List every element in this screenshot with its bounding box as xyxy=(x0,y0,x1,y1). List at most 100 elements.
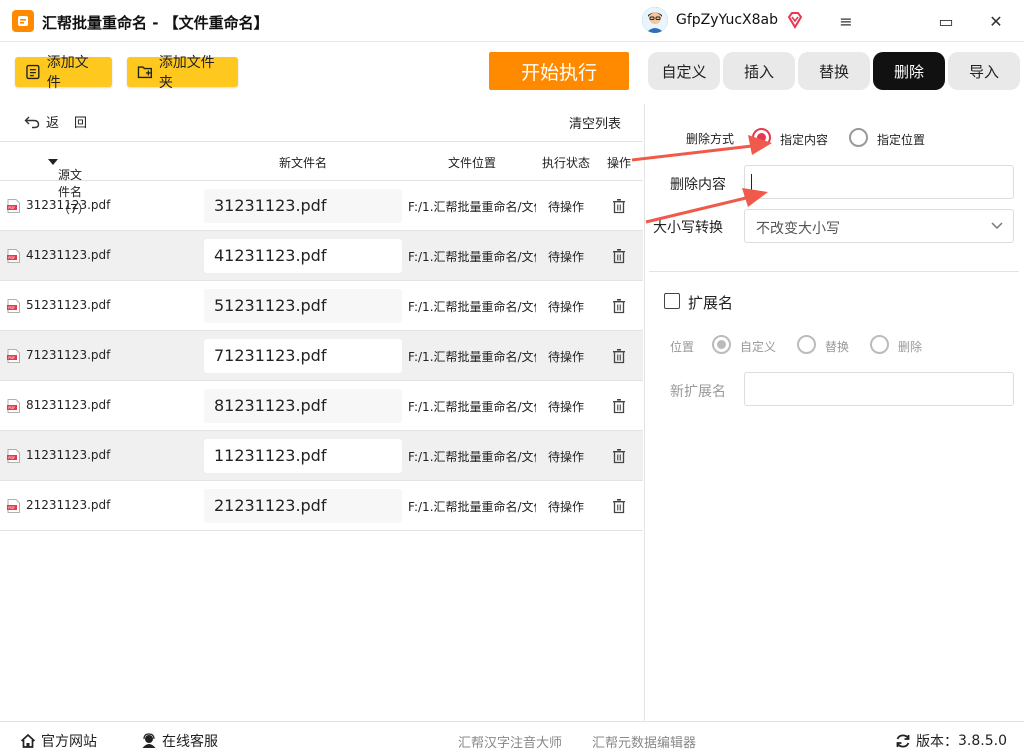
title-bar: 汇帮批量重命名 - 【文件重命名】 GfpZyYucX8ab ≡ ▭ ✕ xyxy=(0,0,1024,42)
extension-checkbox[interactable] xyxy=(664,293,680,309)
user-account[interactable]: GfpZyYucX8ab xyxy=(642,7,804,33)
home-icon xyxy=(20,733,36,748)
table-row[interactable]: PDF 51231123.pdf 51231123.pdf F:/1.汇帮批量重命名/… xyxy=(0,281,643,331)
execution-status: 待操作 xyxy=(548,450,585,464)
table-row[interactable]: PDF 11231123.pdf 11231123.pdf F:/1.汇帮批量重命名/… xyxy=(0,431,643,481)
pdf-file-icon: PDF xyxy=(7,449,20,463)
table-header: 源文件名（7） 新文件名 文件位置 执行状态 操作 xyxy=(0,141,643,216)
back-label: 返 xyxy=(46,116,60,131)
pdf-file-icon: PDF xyxy=(7,349,20,363)
online-support-link[interactable]: 在线客服 xyxy=(141,731,218,751)
header-newname: 新文件名 xyxy=(279,156,328,170)
table-row[interactable]: PDF 81231123.pdf 81231123.pdf F:/1.汇帮批量重命名/… xyxy=(0,381,643,431)
text-caret xyxy=(751,174,752,191)
radio-ext-delete[interactable] xyxy=(870,335,889,354)
file-location: F:/1.汇帮批量重命名/文件 xyxy=(408,250,536,264)
table-row[interactable]: PDF 71231123.pdf 71231123.pdf F:/1.汇帮批量重命名/… xyxy=(0,331,643,381)
version-number: 3.8.5.0 xyxy=(958,733,1007,749)
back-button[interactable]: 返 回 xyxy=(24,112,87,131)
header-status: 执行状态 xyxy=(542,156,591,170)
file-location: F:/1.汇帮批量重命名/文件 xyxy=(408,450,536,464)
table-row[interactable]: PDF 21231123.pdf 21231123.pdf F:/1.汇帮批量重命名/… xyxy=(0,481,643,531)
delete-row-icon[interactable] xyxy=(612,348,626,364)
source-filename: 11231123.pdf xyxy=(26,448,111,462)
file-location: F:/1.汇帮批量重命名/文件 xyxy=(408,500,536,514)
add-folder-button[interactable]: 添加文件夹 xyxy=(127,55,238,91)
case-convert-value: 不改变大小写 xyxy=(756,221,840,237)
execution-status: 待操作 xyxy=(548,350,585,364)
back-label-2: 回 xyxy=(74,116,88,131)
new-filename-field[interactable]: 21231123.pdf xyxy=(204,489,402,523)
add-file-icon xyxy=(26,64,40,80)
delete-row-icon[interactable] xyxy=(612,198,626,214)
tool-metadata-link[interactable]: 汇帮元数据编辑器 xyxy=(592,732,696,751)
svg-text:PDF: PDF xyxy=(8,506,15,510)
add-file-button[interactable]: 添加文件 xyxy=(15,55,112,91)
specify-content-label[interactable]: 指定内容 xyxy=(780,131,828,148)
radio-ext-replace[interactable] xyxy=(797,335,816,354)
new-filename-field[interactable]: 31231123.pdf xyxy=(204,189,402,223)
tab-delete[interactable]: 删除 xyxy=(873,52,945,90)
svg-text:PDF: PDF xyxy=(8,456,15,460)
tool-pinyin-link[interactable]: 汇帮汉字注音大师 xyxy=(458,732,562,751)
delete-row-icon[interactable] xyxy=(612,248,626,264)
header-source[interactable]: 源文件名（7） xyxy=(48,154,90,216)
app-logo-icon xyxy=(12,10,34,32)
username: GfpZyYucX8ab xyxy=(676,12,779,28)
section-divider xyxy=(649,271,1019,272)
new-filename-field[interactable]: 81231123.pdf xyxy=(204,389,402,423)
start-button[interactable]: 开始执行 xyxy=(489,52,629,90)
table-row[interactable]: PDF 31231123.pdf 31231123.pdf F:/1.汇帮批量重命名/… xyxy=(0,181,643,231)
svg-text:PDF: PDF xyxy=(8,306,15,310)
new-ext-label: 新扩展名 xyxy=(670,384,726,400)
radio-ext-custom[interactable] xyxy=(712,335,731,354)
menu-button[interactable]: ≡ xyxy=(835,10,857,32)
source-filename: 81231123.pdf xyxy=(26,398,111,412)
new-extension-input[interactable] xyxy=(744,372,1014,406)
tab-custom[interactable]: 自定义 xyxy=(648,52,720,90)
close-icon: ✕ xyxy=(989,11,1003,31)
case-convert-label: 大小写转换 xyxy=(653,220,723,236)
delete-row-icon[interactable] xyxy=(612,498,626,514)
file-location: F:/1.汇帮批量重命名/文件 xyxy=(408,400,536,414)
maximize-button[interactable]: ▭ xyxy=(935,10,957,32)
header-location: 文件位置 xyxy=(448,156,497,170)
official-website-link[interactable]: 官方网站 xyxy=(20,731,97,751)
new-filename-field[interactable]: 51231123.pdf xyxy=(204,289,402,323)
clear-list-button[interactable]: 清空列表 xyxy=(569,113,621,132)
ext-replace-label[interactable]: 替换 xyxy=(825,338,849,355)
extension-label[interactable]: 扩展名 xyxy=(688,292,733,313)
svg-text:PDF: PDF xyxy=(8,206,15,210)
tool-metadata-label: 汇帮元数据编辑器 xyxy=(592,736,697,751)
delete-row-icon[interactable] xyxy=(612,298,626,314)
delete-row-icon[interactable] xyxy=(612,398,626,414)
add-folder-label: 添加文件夹 xyxy=(158,55,215,91)
menu-icon: ≡ xyxy=(839,11,853,31)
radio-specify-position[interactable] xyxy=(849,128,868,147)
tab-import[interactable]: 导入 xyxy=(948,52,1020,90)
pdf-file-icon: PDF xyxy=(7,399,20,413)
tab-replace[interactable]: 替换 xyxy=(798,52,870,90)
new-filename-field[interactable]: 11231123.pdf xyxy=(204,439,402,473)
delete-row-icon[interactable] xyxy=(612,448,626,464)
vip-diamond-icon xyxy=(787,12,803,29)
new-filename-field[interactable]: 41231123.pdf xyxy=(204,239,402,273)
ext-custom-label[interactable]: 自定义 xyxy=(740,338,776,355)
table-row[interactable]: PDF 41231123.pdf 41231123.pdf F:/1.汇帮批量重命名/… xyxy=(0,231,643,281)
ext-delete-label[interactable]: 删除 xyxy=(898,338,922,355)
version-info[interactable]: 版本： 3.8.5.0 xyxy=(895,731,1007,751)
new-filename-field[interactable]: 71231123.pdf xyxy=(204,339,402,373)
tab-insert[interactable]: 插入 xyxy=(723,52,795,90)
specify-position-label[interactable]: 指定位置 xyxy=(877,131,925,148)
ext-position-label: 位置 xyxy=(670,340,695,354)
avatar[interactable] xyxy=(642,7,668,33)
delete-method-label: 删除方式 xyxy=(686,132,735,146)
case-convert-select[interactable]: 不改变大小写 xyxy=(744,209,1014,243)
close-button[interactable]: ✕ xyxy=(985,10,1007,32)
execution-status: 待操作 xyxy=(548,300,585,314)
pdf-file-icon: PDF xyxy=(7,499,20,513)
execution-status: 待操作 xyxy=(548,200,585,214)
delete-content-input[interactable] xyxy=(744,165,1014,199)
svg-text:PDF: PDF xyxy=(8,406,15,410)
radio-specify-content[interactable] xyxy=(752,128,771,147)
